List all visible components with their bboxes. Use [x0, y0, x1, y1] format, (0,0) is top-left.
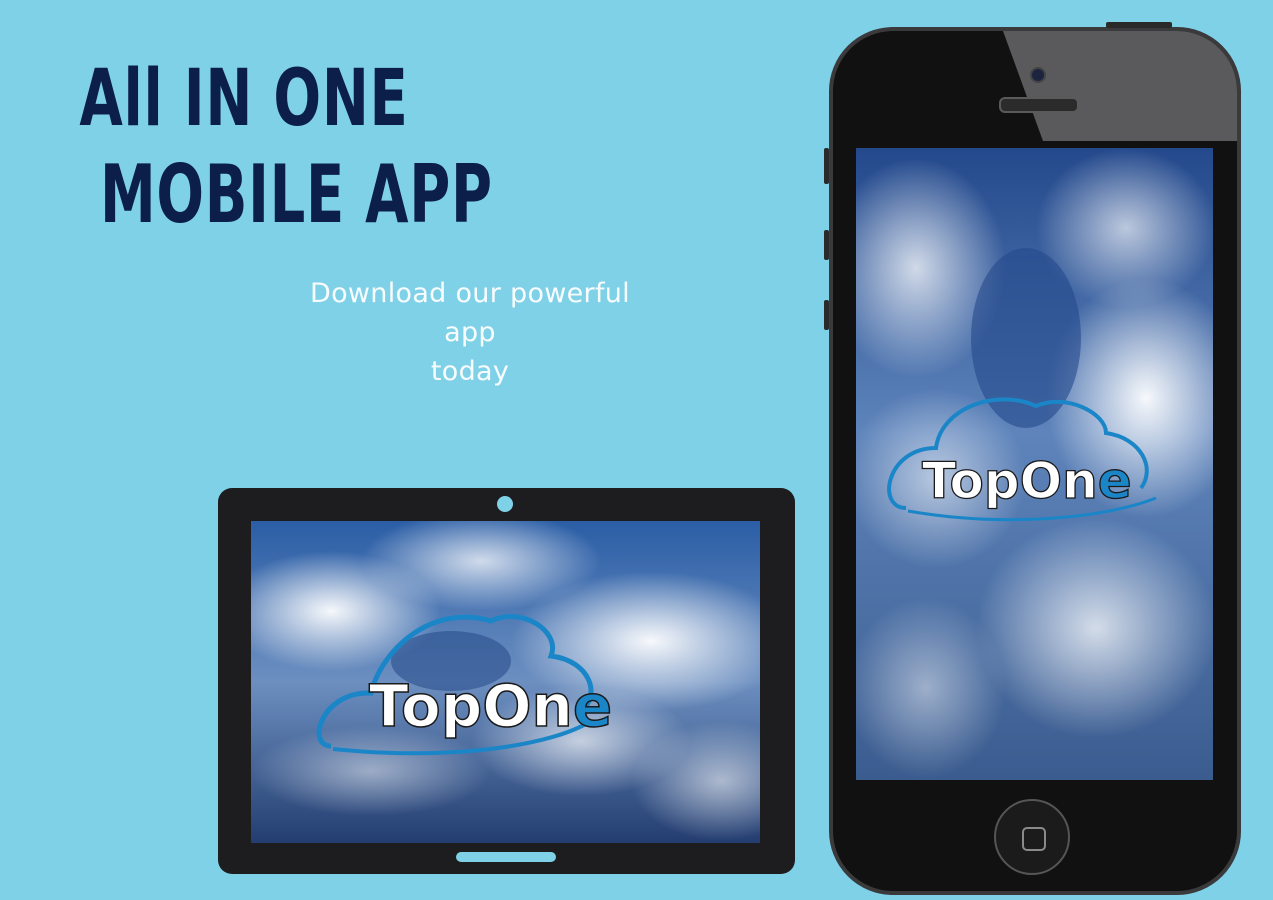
phone-front-camera [1030, 67, 1046, 83]
subtitle-line-1: Download our powerful app [310, 278, 630, 348]
tablet-device: TopOne [218, 488, 795, 874]
home-square-icon [1022, 827, 1046, 851]
tablet-sky-image: TopOne [251, 521, 760, 843]
tablet-home-bar [456, 852, 556, 862]
logo-text: TopOne [369, 672, 612, 740]
phone-power-button [1106, 22, 1172, 28]
phone-volume-up [824, 230, 829, 260]
phone-sky-image: TopOne [856, 148, 1213, 780]
phone-mute-switch [824, 148, 829, 184]
tablet-camera [497, 496, 513, 512]
subtitle: Download our powerful app today [280, 274, 660, 391]
phone-speaker [999, 97, 1079, 113]
headline-line-2: MOBILE APP [100, 148, 493, 241]
phone-device: TopOne [829, 27, 1241, 895]
subtitle-line-2: today [430, 356, 510, 387]
tablet-screen: TopOne [251, 521, 760, 843]
phone-volume-down [824, 300, 829, 330]
phone-screen: TopOne [856, 148, 1213, 780]
headline-line-1: All IN ONE [79, 54, 409, 144]
phone-home-button[interactable] [994, 799, 1070, 875]
logo-text: TopOne [922, 452, 1132, 510]
